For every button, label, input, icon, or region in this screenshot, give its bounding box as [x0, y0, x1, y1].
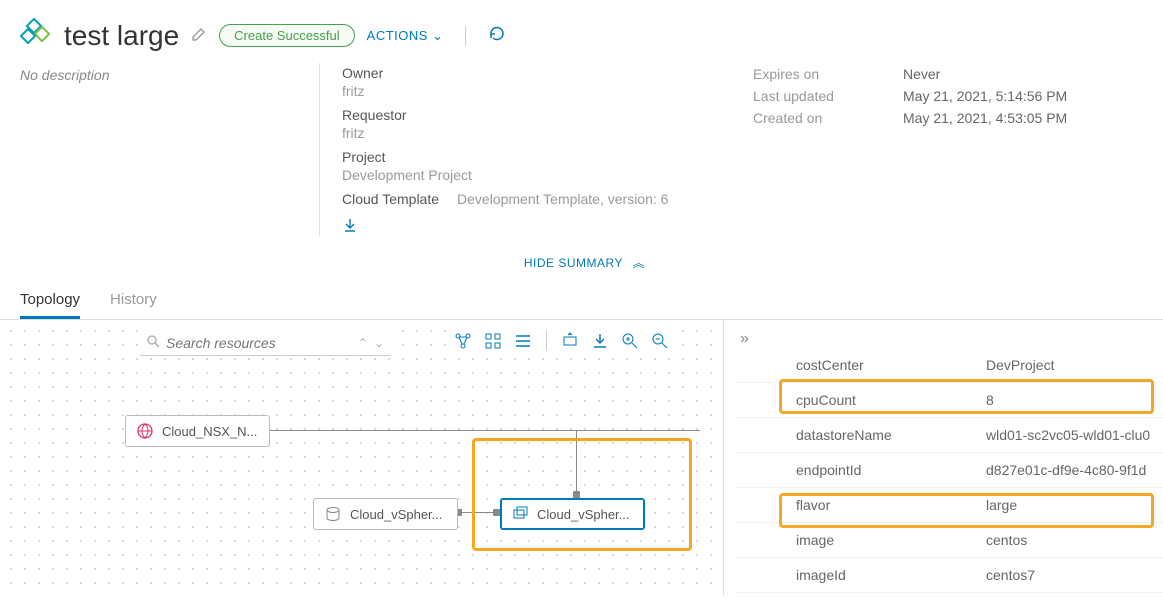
property-row[interactable]: cpuCount8 [736, 383, 1163, 418]
deployment-icon [20, 18, 52, 53]
property-key: costCenter [796, 357, 986, 373]
node-cloud-nsx-network[interactable]: Cloud_NSX_N... [125, 415, 270, 447]
updated-value: May 21, 2021, 5:14:56 PM [903, 88, 1067, 104]
tab-history[interactable]: History [110, 283, 157, 319]
actions-dropdown[interactable]: ACTIONS ⌄ [367, 28, 444, 44]
edit-icon[interactable] [191, 26, 207, 45]
property-value: large [986, 497, 1163, 513]
zoom-out-icon[interactable] [649, 330, 671, 352]
property-value: centos [986, 532, 1163, 548]
separator [465, 26, 466, 46]
requestor-value: fritz [342, 125, 753, 141]
hide-summary-toggle[interactable]: HIDE SUMMARY ︽ [0, 246, 1163, 283]
property-row[interactable]: endpointIdd827e01c-df9e-4c80-9f1d [736, 453, 1163, 488]
property-row[interactable]: datastoreNamewld01-sc2vc05-wld01-clu0 [736, 418, 1163, 453]
fit-screen-icon[interactable] [559, 330, 581, 352]
topology-canvas[interactable]: ⌃ ⌄ Cloud_NSX_N... Cloud_vSphe [0, 320, 723, 596]
refresh-icon[interactable] [488, 25, 506, 46]
disk-icon [324, 505, 342, 523]
property-value: centos7 [986, 567, 1163, 583]
list-view-icon[interactable] [512, 330, 534, 352]
search-input[interactable] [166, 335, 358, 351]
search-resources-bar[interactable]: ⌃ ⌄ [140, 330, 390, 356]
property-value: DevProject [986, 357, 1163, 373]
connector [576, 431, 577, 498]
cloud-template-label: Cloud Template [342, 191, 439, 207]
property-key: endpointId [796, 462, 986, 478]
project-label: Project [342, 149, 753, 165]
search-prev-icon[interactable]: ⌃ [358, 336, 368, 350]
connector [270, 430, 700, 431]
node-port[interactable] [493, 509, 500, 516]
node-label: Cloud_NSX_N... [162, 424, 257, 439]
property-value: d827e01c-df9e-4c80-9f1d [986, 462, 1163, 478]
search-next-icon[interactable]: ⌄ [374, 336, 384, 350]
vm-icon [511, 505, 529, 523]
description-text: No description [20, 63, 320, 236]
node-port[interactable] [573, 491, 580, 498]
download-canvas-icon[interactable] [589, 330, 611, 352]
zoom-in-icon[interactable] [619, 330, 641, 352]
node-label: Cloud_vSpher... [537, 507, 630, 522]
separator [546, 331, 547, 351]
created-value: May 21, 2021, 4:53:05 PM [903, 110, 1067, 126]
updated-label: Last updated [753, 88, 903, 104]
property-key: cpuCount [796, 392, 986, 408]
property-row[interactable]: imageIdcentos7 [736, 558, 1163, 593]
canvas-toolbar [450, 328, 673, 354]
properties-panel: » costCenterDevProjectcpuCount8datastore… [723, 320, 1163, 596]
search-icon [146, 334, 160, 351]
highlight-vm [472, 438, 692, 551]
collapse-panel-icon[interactable]: » [736, 326, 753, 351]
property-value: wld01-sc2vc05-wld01-clu0 [986, 427, 1163, 443]
status-badge: Create Successful [219, 24, 355, 47]
graph-view-icon[interactable] [452, 330, 474, 352]
network-icon [136, 422, 154, 440]
property-row[interactable]: costCenterDevProject [736, 348, 1163, 383]
hide-summary-label: HIDE SUMMARY [524, 256, 623, 270]
node-cloud-vsphere-disk[interactable]: Cloud_vSpher... [313, 498, 458, 530]
node-cloud-vsphere-machine[interactable]: Cloud_vSpher... [500, 498, 645, 530]
property-row[interactable]: imagecentos [736, 523, 1163, 558]
project-value: Development Project [342, 167, 753, 183]
expires-label: Expires on [753, 66, 903, 82]
property-key: image [796, 532, 986, 548]
download-icon[interactable] [342, 217, 358, 236]
grid-view-icon[interactable] [482, 330, 504, 352]
expires-value: Never [903, 66, 940, 82]
chevron-down-icon: ⌄ [432, 28, 443, 44]
owner-label: Owner [342, 65, 753, 81]
property-key: imageId [796, 567, 986, 583]
property-key: flavor [796, 497, 986, 513]
property-value: 8 [986, 392, 1163, 408]
chevron-up-icon: ︽ [633, 256, 646, 270]
page-title: test large [64, 20, 179, 52]
owner-value: fritz [342, 83, 753, 99]
property-row[interactable]: flavorlarge [736, 488, 1163, 523]
node-label: Cloud_vSpher... [350, 507, 443, 522]
property-key: datastoreName [796, 427, 986, 443]
requestor-label: Requestor [342, 107, 753, 123]
cloud-template-value: Development Template, version: 6 [457, 191, 668, 207]
tab-topology[interactable]: Topology [20, 283, 80, 319]
created-label: Created on [753, 110, 903, 126]
actions-label: ACTIONS [367, 28, 428, 43]
